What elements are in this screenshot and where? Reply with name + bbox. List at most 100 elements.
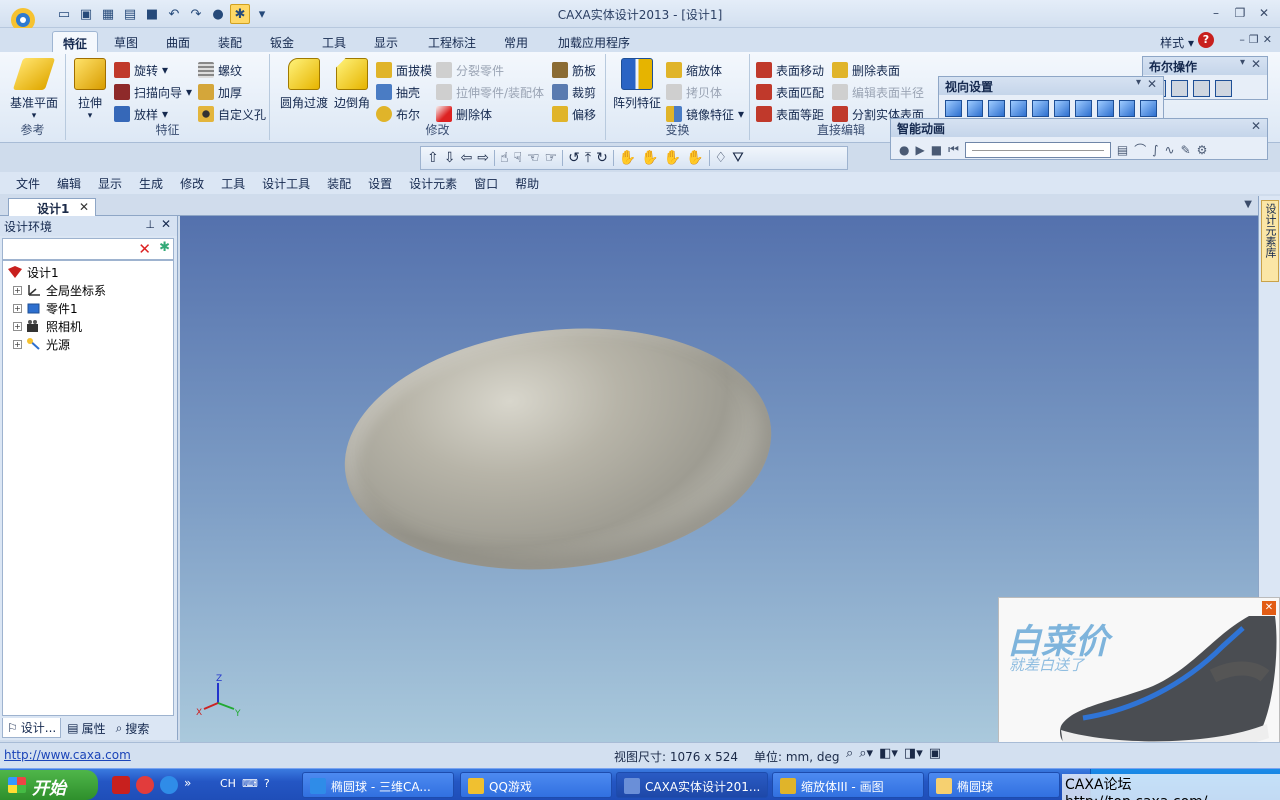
smart-filter-icon[interactable]: ✱: [159, 240, 170, 255]
stop-icon[interactable]: ■: [931, 143, 942, 157]
task-folder[interactable]: 椭圆球: [928, 772, 1060, 798]
animation-path-icon[interactable]: ⌒: [1134, 141, 1146, 158]
expand-icon[interactable]: +: [13, 285, 22, 295]
pattern-feature-button[interactable]: 阵列特征: [610, 58, 664, 111]
view-cube-icon[interactable]: ◨▾: [904, 746, 923, 761]
more-icon[interactable]: »: [184, 776, 202, 794]
style-menu[interactable]: 样式 ▾: [1160, 34, 1194, 51]
pan-up-icon[interactable]: ☝: [500, 150, 509, 166]
task-ellipsoid-forum[interactable]: 椭圆球 - 三维CA...: [302, 772, 454, 798]
expand-icon[interactable]: +: [13, 339, 22, 349]
camera-capture-icon[interactable]: ▣: [929, 746, 941, 761]
extrude-button[interactable]: 拉伸 ▾: [74, 58, 106, 121]
tab-feature[interactable]: 特征: [52, 31, 99, 52]
website-link[interactable]: http://www.caxa.com: [4, 748, 131, 762]
arrow-left-icon[interactable]: ⇦: [460, 150, 472, 166]
ie-icon[interactable]: [160, 776, 178, 794]
boolean-subtract-icon[interactable]: [1171, 80, 1188, 97]
menu-edit[interactable]: 编辑: [57, 172, 90, 194]
view-right-icon[interactable]: [1010, 100, 1027, 117]
view-front-icon[interactable]: [945, 100, 962, 117]
trim-button[interactable]: 裁剪: [552, 82, 596, 102]
scale-body-button[interactable]: 缩放体: [666, 60, 722, 80]
start-button[interactable]: 开始: [0, 770, 98, 800]
record-icon[interactable]: ●: [899, 143, 909, 157]
view-iso-2-icon[interactable]: [1096, 100, 1114, 117]
tab-search[interactable]: ⌕ 搜索: [112, 718, 154, 738]
tree-node-part1[interactable]: + 零件1: [3, 299, 173, 317]
animation-timeline-slider[interactable]: [964, 141, 1111, 158]
panel-dropdown-icon[interactable]: ▾: [1240, 57, 1245, 68]
extrude-assembly-button[interactable]: 拉伸零件/装配体: [436, 82, 544, 102]
expand-icon[interactable]: +: [13, 321, 22, 331]
view-left-icon[interactable]: [988, 100, 1006, 117]
shell-button[interactable]: 抽壳: [376, 82, 420, 102]
menu-design-elements[interactable]: 设计元素: [409, 172, 466, 194]
zoom-icon[interactable]: ⌕: [846, 746, 853, 761]
tab-design[interactable]: ⚐ 设计...: [2, 718, 62, 738]
close-icon[interactable]: ✕: [1262, 601, 1276, 615]
menu-help[interactable]: 帮助: [515, 172, 548, 194]
ad-popup[interactable]: 白菜价 就差白送了 ✕ 淘: [998, 597, 1280, 765]
tree-node-global-coords[interactable]: + 全局坐标系: [3, 281, 173, 299]
arrow-right-icon[interactable]: ⇨: [477, 150, 489, 166]
revolve-button[interactable]: 旋转 ▾: [114, 60, 168, 80]
view-iso-3-icon[interactable]: [1118, 100, 1136, 117]
animation-spline-icon[interactable]: ∿: [1165, 143, 1175, 157]
language-indicator[interactable]: CH: [220, 777, 236, 790]
menu-display[interactable]: 显示: [98, 172, 131, 194]
close-icon[interactable]: ✕: [161, 217, 171, 231]
menu-file[interactable]: 文件: [16, 172, 49, 194]
menu-generate[interactable]: 生成: [139, 172, 172, 194]
hand-rotate-4-icon[interactable]: ✋: [686, 150, 703, 166]
tree-node-design1[interactable]: 设计1: [3, 263, 173, 281]
funnel-filter-icon[interactable]: ⛛: [732, 150, 744, 166]
ellipsoid-model[interactable]: [332, 308, 784, 590]
animation-film-icon[interactable]: ▤: [1117, 143, 1128, 157]
view-settings-title-bar[interactable]: 视向设置 ▾ ✕: [939, 77, 1163, 95]
quick-launch-browser-icon[interactable]: [136, 776, 154, 794]
ribbon-restore-icon[interactable]: ❐: [1249, 33, 1259, 46]
zoom-dropdown-icon[interactable]: ⌕▾: [859, 746, 873, 761]
rewind-icon[interactable]: ⏮: [948, 142, 959, 157]
tab-assembly[interactable]: 装配: [208, 31, 252, 52]
tree-node-light[interactable]: + 光源: [3, 335, 173, 353]
tree-filter-bar[interactable]: ✕ ✱: [2, 238, 174, 260]
arrow-up-icon[interactable]: ⇧: [427, 150, 439, 166]
quick-launch-app-icon[interactable]: [112, 776, 130, 794]
hand-rotate-3-icon[interactable]: ✋: [664, 150, 681, 166]
pan-down-icon[interactable]: ☟: [513, 150, 522, 166]
tab-sketch[interactable]: 草图: [104, 31, 148, 52]
close-icon[interactable]: ✕: [79, 200, 89, 214]
ribbon-minimize-icon[interactable]: –: [1239, 33, 1245, 46]
datum-plane-button[interactable]: 基准平面 ▾: [8, 58, 60, 121]
help-icon[interactable]: ?: [264, 777, 270, 790]
animation-edit-icon[interactable]: ✎: [1181, 143, 1191, 157]
copy-body-button[interactable]: 拷贝体: [666, 82, 722, 102]
tab-drafting[interactable]: 工程标注: [418, 31, 486, 52]
sweep-guide-button[interactable]: 扫描向导 ▾: [114, 82, 192, 102]
view-back-icon[interactable]: [966, 100, 984, 117]
split-part-button[interactable]: 分裂零件: [436, 60, 504, 80]
pan-right-icon[interactable]: ☞: [545, 150, 558, 166]
rotate-ccw-icon[interactable]: ↺: [568, 150, 580, 166]
task-caxa[interactable]: CAXA实体设计201...: [616, 772, 768, 798]
menu-assembly[interactable]: 装配: [327, 172, 360, 194]
close-icon[interactable]: ✕: [1251, 57, 1261, 71]
minimize-icon[interactable]: –: [1206, 4, 1226, 22]
task-qq-games[interactable]: QQ游戏: [460, 772, 612, 798]
pan-left-icon[interactable]: ☜: [527, 150, 540, 166]
delete-face-button[interactable]: 删除表面: [832, 60, 900, 80]
rotate-up-icon[interactable]: ⤒: [585, 150, 591, 166]
view-iso-4-icon[interactable]: [1140, 100, 1158, 117]
doc-tab-design1[interactable]: 设计1 ✕: [8, 198, 96, 216]
pin-icon[interactable]: ⊥: [145, 218, 155, 231]
boolean-split-icon[interactable]: [1215, 80, 1232, 97]
render-mode-icon[interactable]: ◧▾: [879, 746, 898, 761]
rib-button[interactable]: 筋板: [552, 60, 596, 80]
animation-settings-icon[interactable]: ⚙: [1197, 143, 1208, 157]
tab-tools[interactable]: 工具: [312, 31, 356, 52]
tab-properties[interactable]: ▤ 属性: [63, 718, 109, 738]
fillet-button[interactable]: 圆角过渡: [278, 58, 330, 111]
hand-rotate-2-icon[interactable]: ✋: [641, 150, 658, 166]
